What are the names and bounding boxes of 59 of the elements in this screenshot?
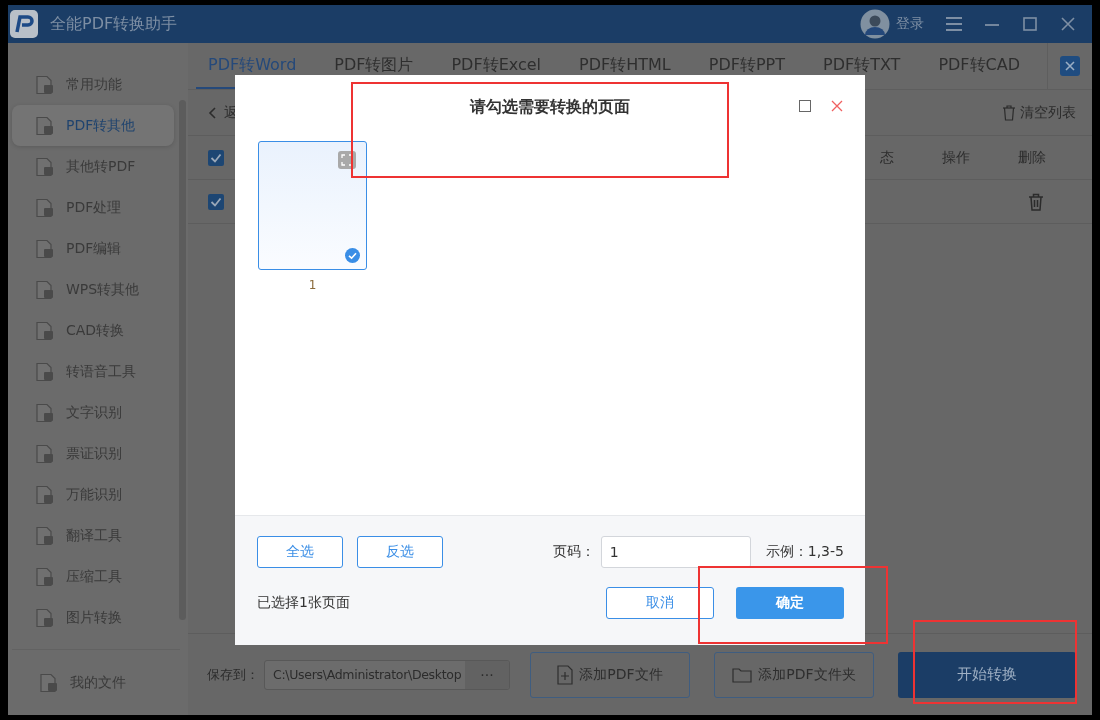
document-icon bbox=[35, 74, 55, 95]
back-chevron-icon bbox=[208, 106, 216, 119]
folder-icon bbox=[732, 666, 753, 683]
app-title: 全能PDF转换助手 bbox=[50, 13, 178, 35]
login-link[interactable]: 登录 bbox=[896, 15, 924, 33]
tab[interactable]: PDF转TXT bbox=[811, 43, 921, 89]
document-icon bbox=[35, 402, 55, 423]
page-number: 1 bbox=[308, 278, 317, 292]
column-header: 删除 bbox=[1018, 148, 1046, 167]
checkbox[interactable] bbox=[208, 193, 224, 210]
tab[interactable]: PDF转HTML bbox=[567, 43, 691, 89]
save-to-label: 保存到： bbox=[207, 665, 259, 684]
check-circle-icon bbox=[345, 248, 360, 263]
document-icon bbox=[35, 525, 55, 546]
menu-icon[interactable] bbox=[946, 16, 962, 32]
document-icon bbox=[35, 320, 55, 341]
browse-button[interactable]: ··· bbox=[465, 660, 509, 689]
close-icon[interactable] bbox=[1060, 56, 1080, 76]
document-icon bbox=[35, 115, 55, 136]
select-all-button[interactable]: 全选 bbox=[257, 536, 343, 568]
invert-selection-button[interactable]: 反选 bbox=[357, 536, 443, 568]
file-plus-icon bbox=[557, 664, 574, 685]
save-path-field[interactable]: C:\Users\Administrator\Desktop ··· bbox=[264, 659, 510, 690]
add-folder-button[interactable]: 添加PDF文件夹 bbox=[714, 651, 874, 698]
trash-icon bbox=[1002, 104, 1016, 121]
checkbox[interactable] bbox=[208, 149, 224, 166]
page-range-field[interactable]: 1 bbox=[600, 536, 751, 568]
dialog-title: 请勾选需要转换的页面 bbox=[470, 96, 630, 118]
avatar-icon bbox=[860, 9, 890, 39]
add-file-button[interactable]: 添加PDF文件 bbox=[530, 651, 690, 698]
tab[interactable]: PDF转图片 bbox=[322, 43, 434, 89]
document-icon bbox=[39, 672, 59, 693]
selected-count: 已选择1张页面 bbox=[257, 594, 350, 612]
column-header: 操作 bbox=[942, 148, 970, 167]
document-icon bbox=[35, 238, 55, 259]
document-icon bbox=[35, 156, 55, 177]
cancel-button[interactable]: 取消 bbox=[606, 587, 714, 619]
sidebar-item[interactable]: PDF转其他 bbox=[12, 105, 174, 146]
document-icon bbox=[35, 197, 55, 218]
page-thumbnail[interactable] bbox=[258, 141, 367, 270]
maximize-icon[interactable] bbox=[1022, 16, 1038, 32]
trash-icon[interactable] bbox=[1028, 192, 1044, 211]
document-icon bbox=[35, 279, 55, 300]
tab[interactable]: PDF转CAD bbox=[926, 43, 1040, 89]
logo-icon bbox=[10, 10, 38, 38]
confirm-button[interactable]: 确定 bbox=[736, 587, 844, 619]
document-icon bbox=[35, 361, 55, 382]
tab[interactable]: PDF转PPT bbox=[696, 43, 805, 89]
document-icon bbox=[35, 443, 55, 464]
example-hint: 示例：1,3-5 bbox=[765, 543, 844, 561]
document-icon bbox=[35, 566, 55, 587]
maximize-icon[interactable] bbox=[799, 100, 811, 112]
start-convert-button[interactable]: 开始转换 bbox=[898, 651, 1076, 698]
close-icon[interactable] bbox=[831, 100, 843, 112]
page-range-label: 页码： bbox=[552, 543, 595, 561]
document-icon bbox=[35, 607, 55, 628]
close-icon[interactable] bbox=[1060, 16, 1076, 32]
tab[interactable]: PDF转Excel bbox=[439, 43, 562, 89]
document-icon bbox=[35, 484, 55, 505]
